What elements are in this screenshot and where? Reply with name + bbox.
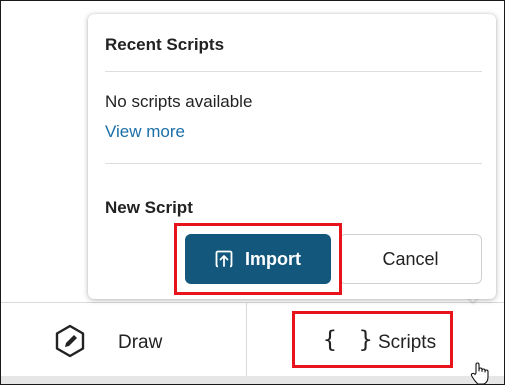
import-label: Import <box>245 248 301 269</box>
scripts-button[interactable]: { } Scripts <box>247 303 504 377</box>
empty-state-text: No scripts available <box>105 92 253 111</box>
draw-label: Draw <box>118 332 163 353</box>
new-script-title: New Script <box>105 198 193 217</box>
scripts-label: Scripts <box>378 332 437 353</box>
recent-scripts-title: Recent Scripts <box>105 35 225 54</box>
upload-icon <box>215 250 233 268</box>
bottom-strip <box>1 376 504 384</box>
hand-pointer-icon <box>470 362 489 385</box>
view-more-link[interactable]: View more <box>105 122 185 142</box>
draw-button[interactable]: Draw <box>1 303 247 377</box>
import-button[interactable]: Import <box>185 234 331 284</box>
divider <box>105 163 482 164</box>
scripts-popover: Recent Scripts No scripts available View… <box>88 14 496 299</box>
bottom-toolbar: Draw { } Scripts <box>1 302 504 377</box>
curly-braces-icon: { } <box>323 327 377 353</box>
cancel-button[interactable]: Cancel <box>339 234 482 284</box>
cancel-label: Cancel <box>382 248 439 269</box>
draw-icon <box>55 324 85 358</box>
divider <box>105 71 482 72</box>
